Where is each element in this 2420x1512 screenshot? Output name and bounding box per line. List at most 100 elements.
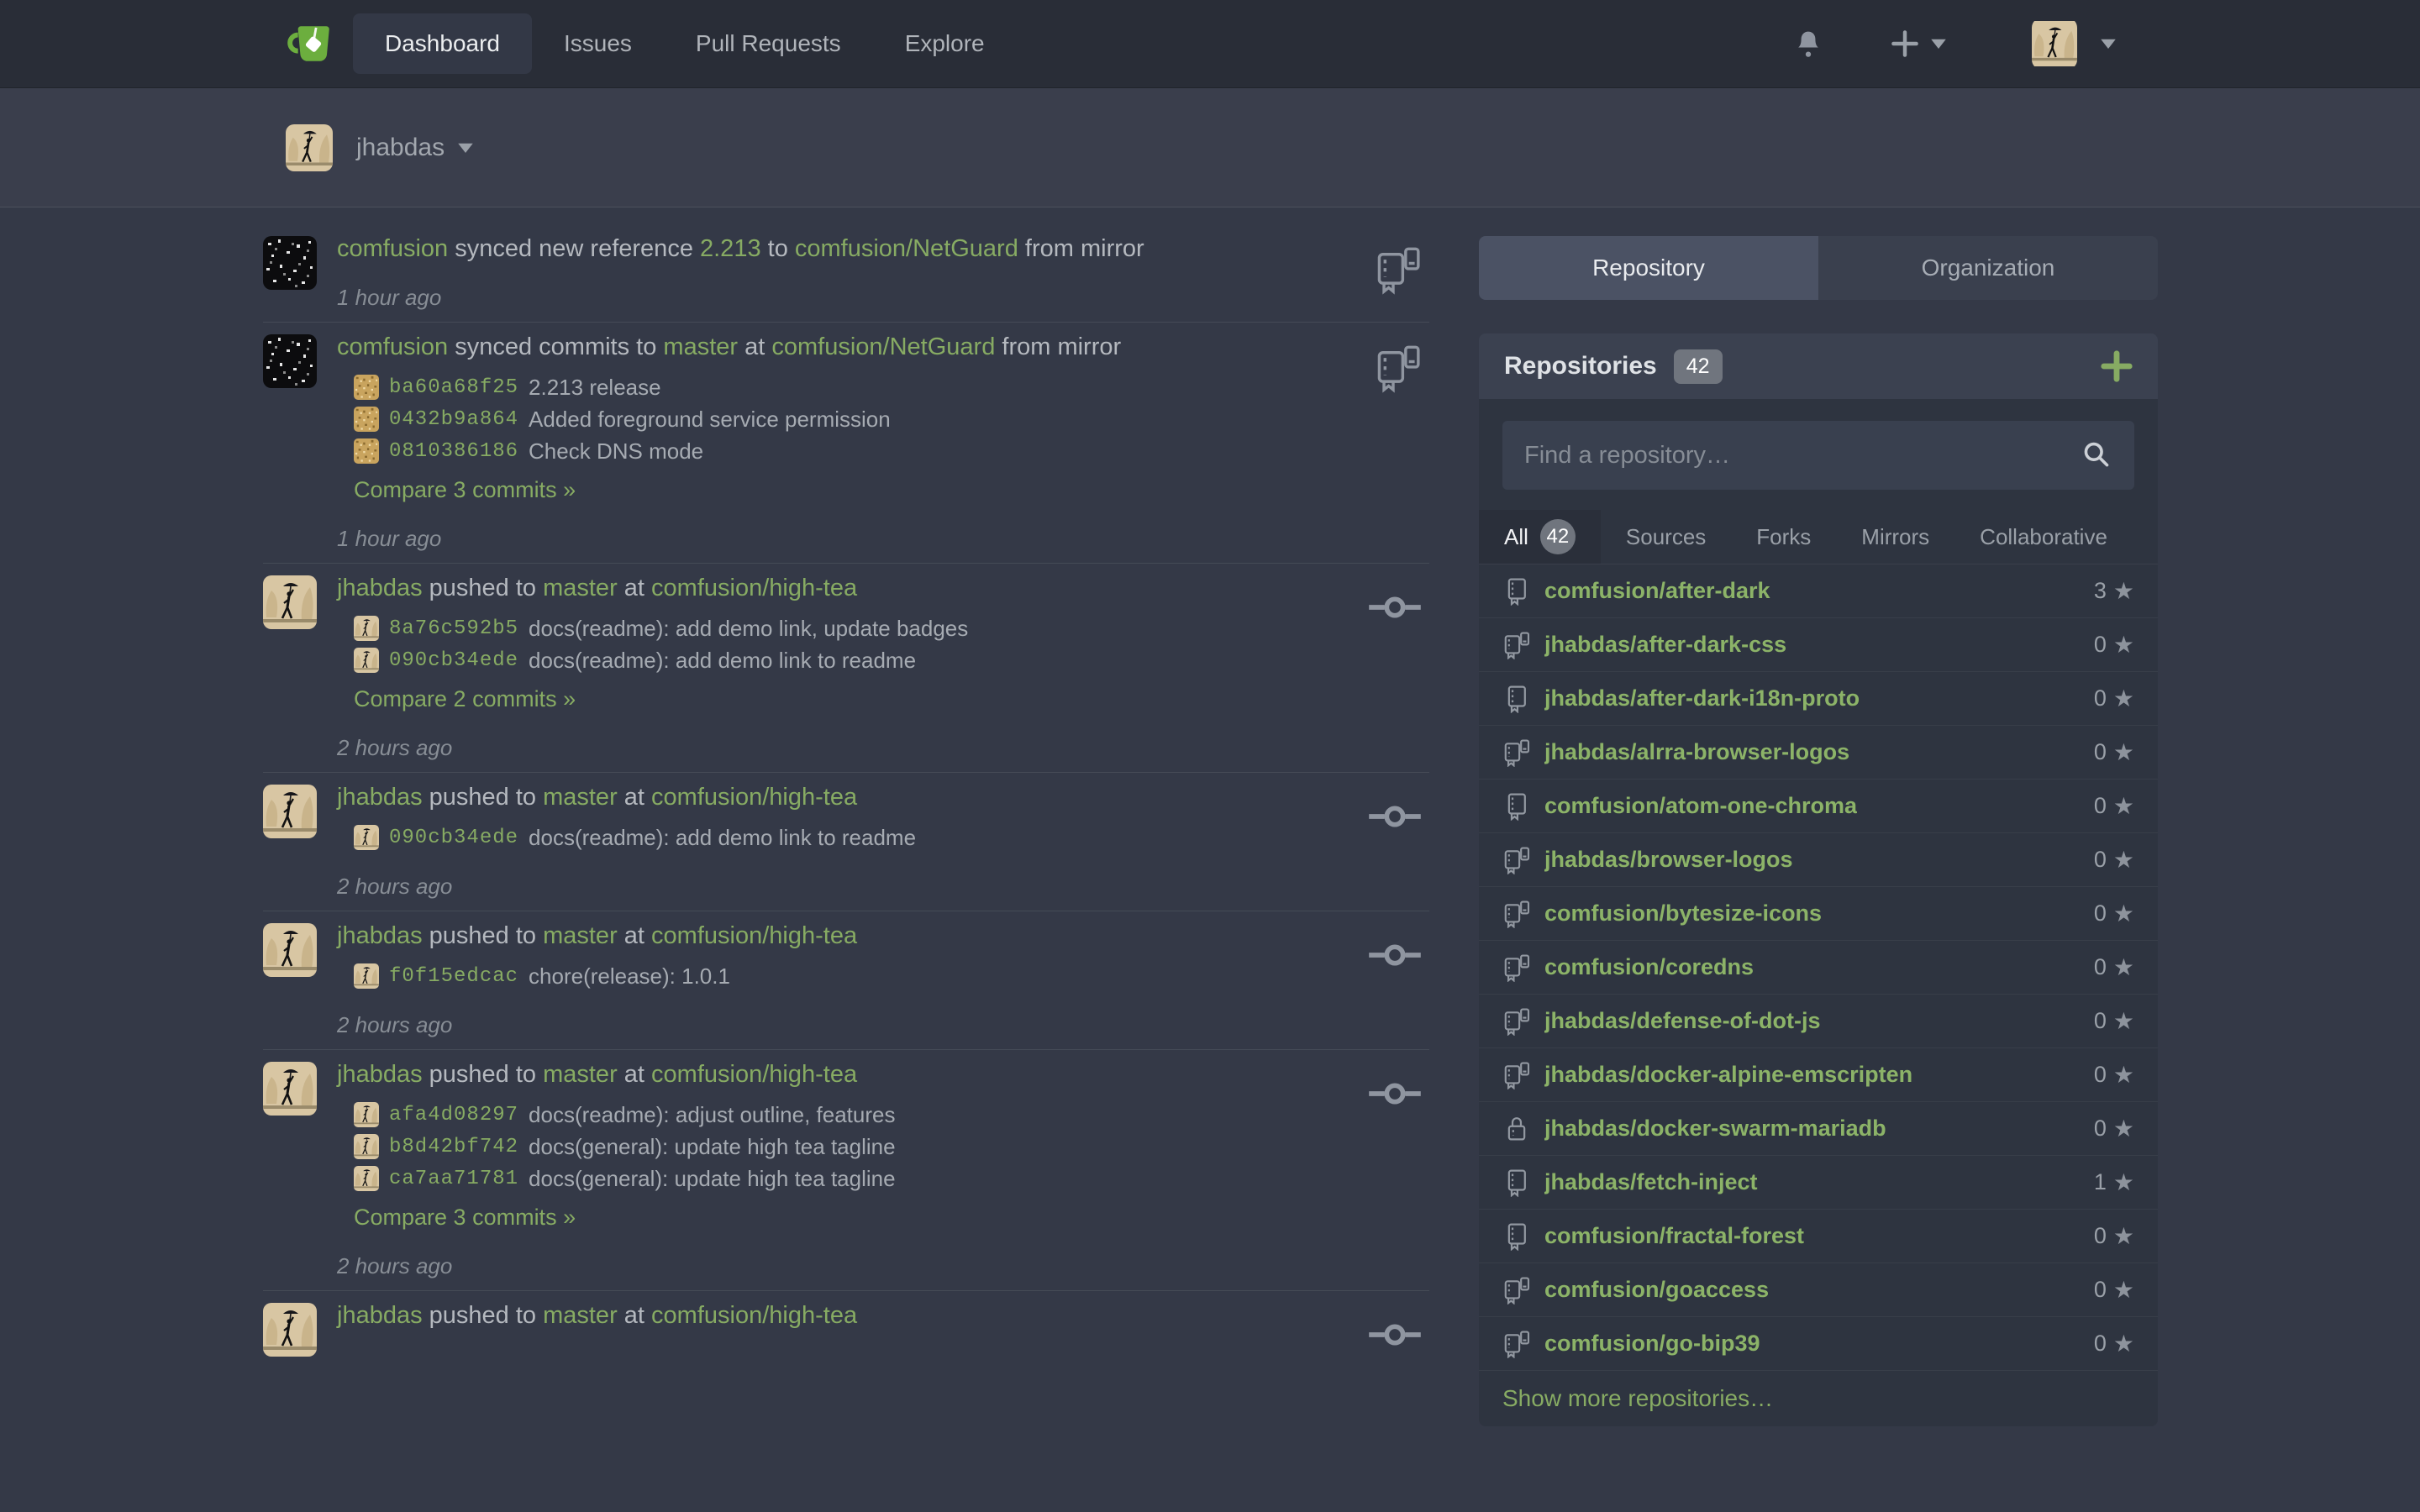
repo-list-item[interactable]: jhabdas/after-dark-i18n-proto0★ xyxy=(1479,672,2158,726)
repo-name-link[interactable]: comfusion/bytesize-icons xyxy=(1544,900,1822,927)
repo-name-link[interactable]: jhabdas/alrra-browser-logos xyxy=(1544,739,1849,765)
actor-avatar[interactable] xyxy=(263,334,317,388)
new-repository-plus-icon[interactable] xyxy=(2101,350,2133,382)
commit-list: 090cb34ededocs(readme): add demo link to… xyxy=(354,822,1429,853)
repo-name-link[interactable]: jhabdas/docker-swarm-mariadb xyxy=(1544,1116,1886,1142)
commit-sha-link[interactable]: ca7aa71781 xyxy=(389,1168,518,1190)
search-icon[interactable] xyxy=(2081,438,2111,473)
feed-link[interactable]: jhabdas xyxy=(337,784,423,811)
feed-link[interactable]: master xyxy=(543,784,618,811)
feed-link[interactable]: comfusion/NetGuard xyxy=(795,235,1018,262)
filter-sources[interactable]: Sources xyxy=(1601,510,1731,564)
repository-search xyxy=(1479,399,2158,510)
context-chevron-down-icon[interactable] xyxy=(456,142,475,154)
top-navbar: DashboardIssuesPull RequestsExplore xyxy=(0,0,2420,88)
feed-link[interactable]: comfusion/high-tea xyxy=(651,1302,857,1329)
show-more-repositories-link[interactable]: Show more repositories… xyxy=(1479,1371,2158,1426)
commit-sha-link[interactable]: 0432b9a864 xyxy=(389,408,518,431)
repo-list-item[interactable]: comfusion/atom-one-chroma0★ xyxy=(1479,780,2158,833)
create-new-dropdown[interactable] xyxy=(1891,29,1948,58)
nav-item-explore[interactable]: Explore xyxy=(873,13,1017,74)
actor-avatar[interactable] xyxy=(263,236,317,290)
repo-name-link[interactable]: jhabdas/fetch-inject xyxy=(1544,1169,1758,1195)
feed-link[interactable]: master xyxy=(543,575,618,601)
feed-link[interactable]: comfusion/high-tea xyxy=(651,575,857,601)
commit-sha-link[interactable]: b8d42bf742 xyxy=(389,1136,518,1158)
compare-commits-link[interactable]: Compare 2 commits » xyxy=(354,683,1429,715)
gitea-logo[interactable] xyxy=(287,22,338,66)
repo-list-item[interactable]: comfusion/fractal-forest0★ xyxy=(1479,1210,2158,1263)
user-avatar[interactable] xyxy=(2032,18,2077,70)
feed-link[interactable]: comfusion xyxy=(337,333,448,360)
context-user-avatar[interactable] xyxy=(286,124,333,171)
feed-link[interactable]: jhabdas xyxy=(337,1302,423,1329)
repo-list-item[interactable]: jhabdas/defense-of-dot-js0★ xyxy=(1479,995,2158,1048)
actor-avatar[interactable] xyxy=(263,785,317,838)
nav-item-pull-requests[interactable]: Pull Requests xyxy=(664,13,873,74)
repo-name-link[interactable]: jhabdas/after-dark-css xyxy=(1544,632,1786,658)
repo-list-item[interactable]: comfusion/bytesize-icons0★ xyxy=(1479,887,2158,941)
feed-link[interactable]: comfusion/NetGuard xyxy=(771,333,995,360)
repo-name-link[interactable]: comfusion/fractal-forest xyxy=(1544,1223,1804,1249)
feed-link[interactable]: comfusion/high-tea xyxy=(651,784,857,811)
repo-list-item[interactable]: jhabdas/docker-alpine-emscripten0★ xyxy=(1479,1048,2158,1102)
nav-item-issues[interactable]: Issues xyxy=(532,13,664,74)
commit-sha-link[interactable]: 0810386186 xyxy=(389,440,518,463)
commit-sha-link[interactable]: 090cb34ede xyxy=(389,827,518,849)
committer-avatar xyxy=(354,1166,379,1191)
feed-link[interactable]: master xyxy=(543,1061,618,1088)
repo-list-item[interactable]: comfusion/go-bip390★ xyxy=(1479,1317,2158,1371)
notifications-bell-icon[interactable] xyxy=(1793,27,1823,60)
feed-link[interactable]: master xyxy=(663,333,738,360)
feed-link[interactable]: master xyxy=(543,1302,618,1329)
actor-avatar[interactable] xyxy=(263,575,317,629)
repo-list-item[interactable]: comfusion/coredns0★ xyxy=(1479,941,2158,995)
filter-all[interactable]: All42 xyxy=(1479,510,1601,564)
tab-repository[interactable]: Repository xyxy=(1479,236,1818,300)
repo-list-item[interactable]: jhabdas/fetch-inject1★ xyxy=(1479,1156,2158,1210)
actor-avatar[interactable] xyxy=(263,1062,317,1116)
repo-name-link[interactable]: comfusion/atom-one-chroma xyxy=(1544,793,1857,819)
repo-list-item[interactable]: comfusion/after-dark3★ xyxy=(1479,564,2158,618)
commit-sha-link[interactable]: afa4d08297 xyxy=(389,1104,518,1126)
tab-organization[interactable]: Organization xyxy=(1818,236,2158,300)
compare-commits-link[interactable]: Compare 3 commits » xyxy=(354,1201,1429,1233)
repo-list-item[interactable]: jhabdas/alrra-browser-logos0★ xyxy=(1479,726,2158,780)
feed-link[interactable]: comfusion/high-tea xyxy=(651,1061,857,1088)
feed-link[interactable]: jhabdas xyxy=(337,922,423,949)
repo-name-link[interactable]: jhabdas/docker-alpine-emscripten xyxy=(1544,1062,1912,1088)
repo-name-link[interactable]: comfusion/coredns xyxy=(1544,954,1754,980)
feed-item-title: jhabdas pushed to master at comfusion/hi… xyxy=(337,572,1429,604)
feed-link[interactable]: comfusion/high-tea xyxy=(651,922,857,949)
actor-avatar[interactable] xyxy=(263,923,317,977)
actor-avatar[interactable] xyxy=(263,1303,317,1357)
context-username[interactable]: jhabdas xyxy=(356,134,445,162)
repo-name-link[interactable]: jhabdas/after-dark-i18n-proto xyxy=(1544,685,1860,711)
feed-item-body: jhabdas pushed to master at comfusion/hi… xyxy=(337,572,1429,762)
feed-link[interactable]: 2.213 xyxy=(700,235,761,262)
commit-sha-link[interactable]: ba60a68f25 xyxy=(389,376,518,399)
commit-sha-link[interactable]: 8a76c592b5 xyxy=(389,617,518,640)
filter-mirrors[interactable]: Mirrors xyxy=(1836,510,1954,564)
commit-sha-link[interactable]: f0f15edcac xyxy=(389,965,518,988)
repo-name-link[interactable]: jhabdas/browser-logos xyxy=(1544,847,1793,873)
filter-forks[interactable]: Forks xyxy=(1731,510,1836,564)
compare-commits-link[interactable]: Compare 3 commits » xyxy=(354,474,1429,506)
repo-name-link[interactable]: comfusion/go-bip39 xyxy=(1544,1331,1760,1357)
repository-search-input[interactable] xyxy=(1502,421,2134,490)
repo-list-item[interactable]: jhabdas/browser-logos0★ xyxy=(1479,833,2158,887)
repo-name-link[interactable]: comfusion/after-dark xyxy=(1544,578,1770,604)
feed-link[interactable]: master xyxy=(543,922,618,949)
repo-list-item[interactable]: jhabdas/docker-swarm-mariadb0★ xyxy=(1479,1102,2158,1156)
repo-list-item[interactable]: comfusion/goaccess0★ xyxy=(1479,1263,2158,1317)
repo-name-link[interactable]: comfusion/goaccess xyxy=(1544,1277,1769,1303)
commit-sha-link[interactable]: 090cb34ede xyxy=(389,649,518,672)
repo-list-item[interactable]: jhabdas/after-dark-css0★ xyxy=(1479,618,2158,672)
nav-item-dashboard[interactable]: Dashboard xyxy=(353,13,532,74)
feed-link[interactable]: comfusion xyxy=(337,235,448,262)
filter-collaborative[interactable]: Collaborative xyxy=(1954,510,2133,564)
user-menu-chevron-down-icon[interactable] xyxy=(2099,38,2118,50)
feed-link[interactable]: jhabdas xyxy=(337,575,423,601)
feed-link[interactable]: jhabdas xyxy=(337,1061,423,1088)
repo-name-link[interactable]: jhabdas/defense-of-dot-js xyxy=(1544,1008,1821,1034)
